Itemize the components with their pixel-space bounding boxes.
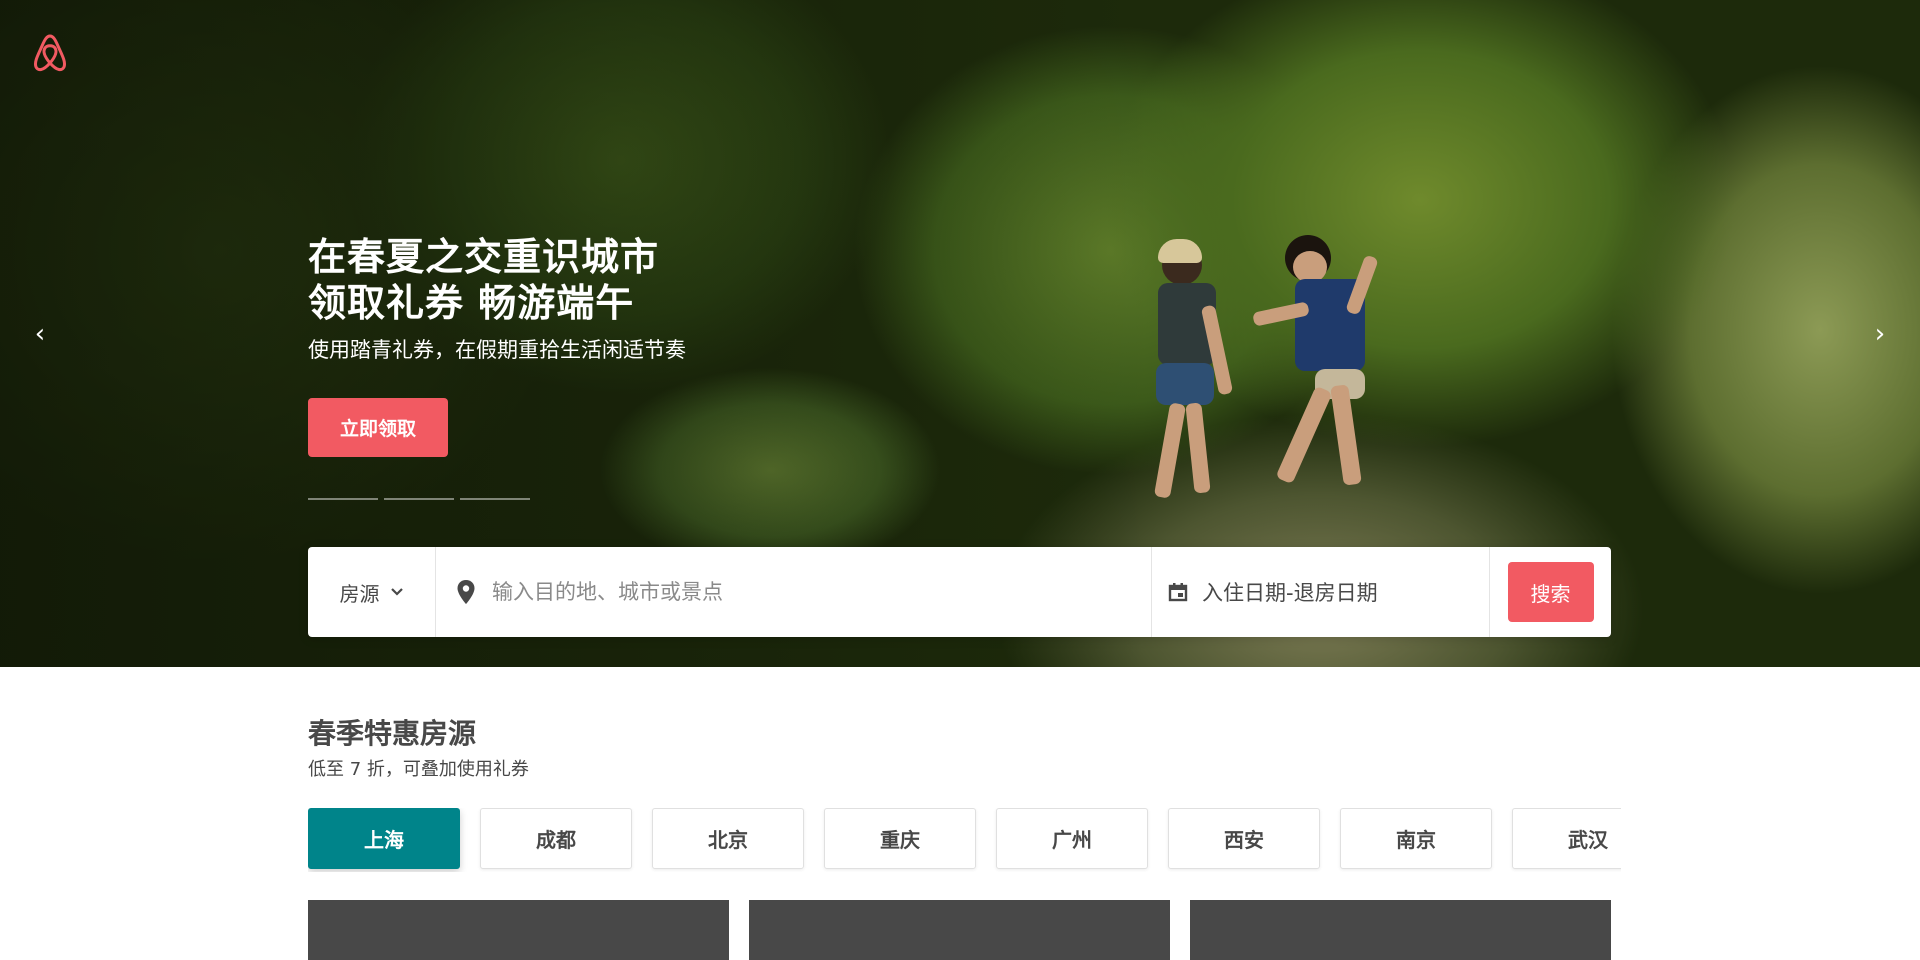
listing-card[interactable] bbox=[1190, 900, 1611, 960]
city-tabs: 上海 成都 北京 重庆 广州 西安 南京 武汉 bbox=[308, 808, 1621, 872]
carousel-next-arrow[interactable]: › bbox=[1866, 319, 1894, 349]
carousel-indicators bbox=[308, 498, 530, 500]
city-tab-xian[interactable]: 西安 bbox=[1168, 808, 1320, 869]
city-tab-nanjing[interactable]: 南京 bbox=[1340, 808, 1492, 869]
chevron-down-icon bbox=[390, 588, 403, 596]
airbnb-logo-icon[interactable] bbox=[30, 30, 70, 74]
listing-card[interactable] bbox=[749, 900, 1170, 960]
hero-subtitle: 使用踏青礼券，在假期重拾生活闲适节奏 bbox=[308, 338, 686, 362]
search-button-wrap: 搜索 bbox=[1490, 562, 1611, 622]
hero-title-line2: 领取礼券 畅游端午 bbox=[308, 281, 635, 325]
city-tab-chongqing[interactable]: 重庆 bbox=[824, 808, 976, 869]
date-range-label: 入住日期-退房日期 bbox=[1202, 581, 1378, 605]
hero-image-child-left bbox=[1140, 239, 1250, 525]
deals-section-title: 春季特惠房源 bbox=[308, 717, 477, 750]
listing-type-label: 房源 bbox=[339, 581, 380, 606]
hero-banner: ‹ › 在春夏之交重识城市 领取礼券 畅游端午 使用踏青礼券，在假期重拾生活闲适… bbox=[0, 0, 1920, 667]
listing-card[interactable] bbox=[308, 900, 729, 960]
destination-field[interactable] bbox=[436, 547, 1152, 637]
carousel-indicator[interactable] bbox=[460, 498, 530, 500]
search-bar: 房源 入住日期-退房日期 搜索 bbox=[308, 547, 1611, 637]
city-tab-shanghai[interactable]: 上海 bbox=[308, 808, 460, 869]
hero-title-line1: 在春夏之交重识城市 bbox=[308, 235, 660, 279]
date-range-picker[interactable]: 入住日期-退房日期 bbox=[1152, 547, 1490, 637]
city-tab-beijing[interactable]: 北京 bbox=[652, 808, 804, 869]
claim-coupon-button[interactable]: 立即领取 bbox=[308, 398, 448, 457]
map-pin-icon bbox=[457, 580, 475, 604]
deals-section-subtitle: 低至 7 折，可叠加使用礼券 bbox=[308, 759, 529, 780]
city-tab-guangzhou[interactable]: 广州 bbox=[996, 808, 1148, 869]
destination-input[interactable] bbox=[492, 580, 1132, 604]
carousel-indicator[interactable] bbox=[384, 498, 454, 500]
calendar-icon bbox=[1168, 583, 1188, 602]
city-tab-wuhan[interactable]: 武汉 bbox=[1512, 808, 1621, 869]
listing-type-dropdown[interactable]: 房源 bbox=[308, 547, 436, 637]
hero-title: 在春夏之交重识城市 领取礼券 畅游端午 bbox=[308, 234, 828, 326]
city-tab-chengdu[interactable]: 成都 bbox=[480, 808, 632, 869]
hero-image-child-right bbox=[1252, 235, 1415, 505]
search-button[interactable]: 搜索 bbox=[1507, 562, 1594, 622]
carousel-indicator[interactable] bbox=[308, 498, 378, 500]
carousel-prev-arrow[interactable]: ‹ bbox=[26, 319, 54, 349]
